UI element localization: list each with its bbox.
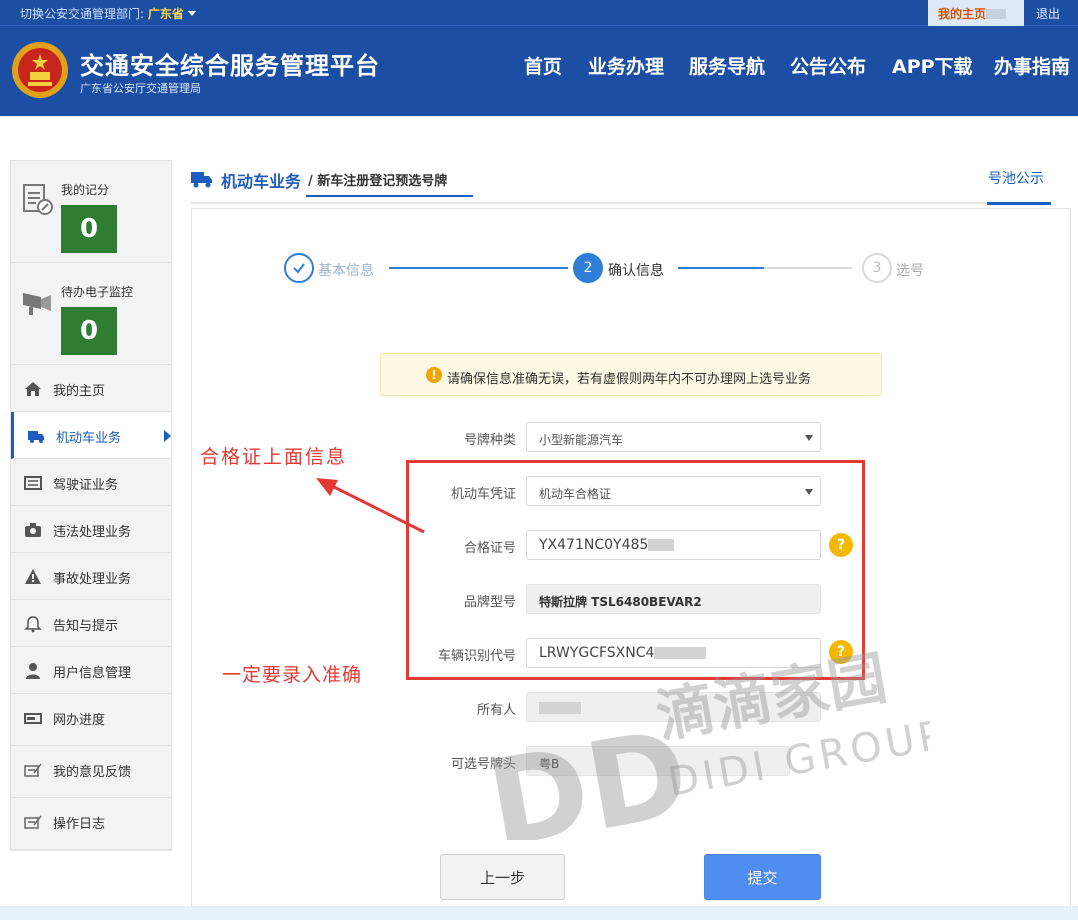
annotation-cert-info: 合格证上面信息 — [200, 446, 348, 468]
license-card-icon — [24, 476, 42, 490]
score-label: 我的记分 — [61, 183, 110, 197]
step-3-label: 选号 — [896, 263, 924, 279]
previous-step-button[interactable]: 上一步 — [440, 854, 565, 900]
progress-icon — [24, 713, 42, 724]
breadcrumb-underline — [306, 195, 473, 197]
my-homepage-label: 我的主页 — [938, 7, 987, 21]
nav-guide[interactable]: 办事指南 — [994, 52, 1070, 79]
step-1-label: 基本信息 — [318, 263, 374, 279]
step-3-circle: 3 — [862, 253, 892, 283]
sidebar-item-label: 告知与提示 — [53, 619, 119, 634]
platform-subtitle: 广东省公安厅交通管理局 — [80, 82, 201, 95]
nav-app-download[interactable]: APP下载 — [892, 52, 973, 79]
caret-down-icon[interactable] — [187, 11, 196, 16]
sidebar-item-vehicle[interactable]: 机动车业务 — [11, 412, 171, 459]
sidebar-item-label: 操作日志 — [53, 817, 106, 832]
sidebar-item-violation[interactable]: 违法处理业务 — [11, 506, 171, 553]
page-bottom-strip — [0, 906, 1078, 920]
caret-right-icon — [164, 430, 171, 442]
sidebar-item-label: 机动车业务 — [56, 431, 122, 446]
user-icon — [26, 663, 40, 679]
nav-business[interactable]: 业务办理 — [588, 52, 664, 79]
logout-link[interactable]: 退出 — [1036, 5, 1060, 22]
camera-icon — [23, 293, 51, 315]
plate-prefix-field: 粤B — [526, 746, 790, 776]
nav-announcements[interactable]: 公告公布 — [790, 52, 866, 79]
sidebar: 我的记分 0 待办电子监控 0 我的主页 机动车业务 驾驶证业务 违法处理业务 … — [10, 160, 172, 851]
checkmark-icon — [293, 263, 305, 274]
plate-type-value: 小型新能源汽车 — [539, 433, 624, 447]
my-homepage-link[interactable]: 我的主页 — [928, 0, 1024, 26]
sidebar-item-label: 违法处理业务 — [53, 525, 132, 540]
sidebar-item-home[interactable]: 我的主页 — [11, 365, 171, 412]
pending-monitor-value[interactable]: 0 — [61, 307, 117, 355]
score-value[interactable]: 0 — [61, 205, 117, 253]
bell-icon — [24, 616, 42, 633]
sidebar-item-progress[interactable]: 网办进度 — [11, 694, 171, 746]
department-switch[interactable]: 切换公安交通管理部门: 广东省 — [20, 5, 196, 22]
nav-service-guide[interactable]: 服务导航 — [689, 52, 765, 79]
plate-prefix-label: 可选号牌头 — [450, 757, 516, 772]
submit-button[interactable]: 提交 — [704, 854, 821, 900]
plate-prefix-value: 粤B — [539, 757, 560, 771]
score-card[interactable]: 我的记分 0 — [11, 161, 171, 263]
breadcrumb-page: 新车注册登记预选号牌 — [317, 174, 448, 189]
document-edit-icon — [23, 184, 53, 215]
breadcrumb-separator: / — [308, 174, 313, 189]
sidebar-item-user-info[interactable]: 用户信息管理 — [11, 647, 171, 694]
truck-icon — [191, 172, 212, 188]
sidebar-item-label: 事故处理业务 — [53, 572, 132, 587]
province-name[interactable]: 广东省 — [148, 7, 184, 21]
truck-icon — [28, 431, 44, 443]
sidebar-item-license[interactable]: 驾驶证业务 — [11, 459, 171, 506]
chevron-down-icon — [805, 435, 813, 441]
sidebar-item-label: 我的意见反馈 — [53, 765, 132, 780]
plate-type-label: 号牌种类 — [463, 433, 516, 448]
nav-home[interactable]: 首页 — [524, 52, 562, 79]
breadcrumb-section[interactable]: 机动车业务 — [221, 168, 301, 192]
breadcrumb: 机动车业务 / 新车注册登记预选号牌 号池公示 — [191, 164, 1051, 205]
owner-label: 所有人 — [476, 703, 516, 718]
national-emblem-icon — [12, 42, 68, 98]
annotation-must-accurate: 一定要录入准确 — [222, 664, 363, 686]
sidebar-item-label: 网办进度 — [53, 713, 106, 728]
sidebar-item-label: 驾驶证业务 — [53, 478, 119, 493]
exclamation-icon: ! — [426, 367, 442, 383]
redacted-owner-name — [539, 702, 581, 714]
feedback-icon — [24, 763, 42, 777]
sidebar-item-notice[interactable]: 告知与提示 — [11, 600, 171, 647]
top-bar: 切换公安交通管理部门: 广东省 我的主页 退出 — [0, 0, 1078, 26]
warning-icon — [25, 569, 41, 584]
department-switch-label: 切换公安交通管理部门: — [20, 7, 145, 21]
breadcrumb-current: / 新车注册登记预选号牌 — [308, 170, 447, 189]
sidebar-item-label: 我的主页 — [53, 384, 106, 399]
header: 交通安全综合服务管理平台 广东省公安厅交通管理局 首页 业务办理 服务导航 公告… — [0, 26, 1078, 116]
sidebar-item-feedback[interactable]: 我的意见反馈 — [11, 746, 171, 798]
notice-text: 请确保信息准确无误，若有虚假则两年内不可办理网上选号业务 — [447, 372, 812, 387]
pool-announcement-link[interactable]: 号池公示 — [988, 168, 1044, 188]
pool-link-underline — [987, 202, 1051, 205]
home-icon — [25, 382, 41, 396]
annotation-highlight-box — [406, 460, 865, 680]
sidebar-item-label: 用户信息管理 — [53, 666, 132, 681]
log-icon — [24, 815, 42, 829]
sidebar-item-log[interactable]: 操作日志 — [11, 798, 171, 850]
pending-monitor-label: 待办电子监控 — [61, 285, 134, 299]
platform-title: 交通安全综合服务管理平台 — [80, 52, 380, 80]
redacted-username — [986, 9, 1007, 19]
annotation-arrow-icon — [316, 478, 425, 534]
warning-notice: ! 请确保信息准确无误，若有虚假则两年内不可办理网上选号业务 — [380, 353, 882, 396]
pending-monitor-card[interactable]: 待办电子监控 0 — [11, 263, 171, 365]
plate-type-select[interactable]: 小型新能源汽车 — [526, 422, 821, 452]
owner-field — [526, 692, 821, 722]
step-2-circle: 2 — [573, 253, 603, 283]
sidebar-item-accident[interactable]: 事故处理业务 — [11, 553, 171, 600]
step-1-circle — [284, 253, 314, 283]
step-2-label: 确认信息 — [608, 263, 664, 279]
camera-icon — [25, 523, 41, 537]
